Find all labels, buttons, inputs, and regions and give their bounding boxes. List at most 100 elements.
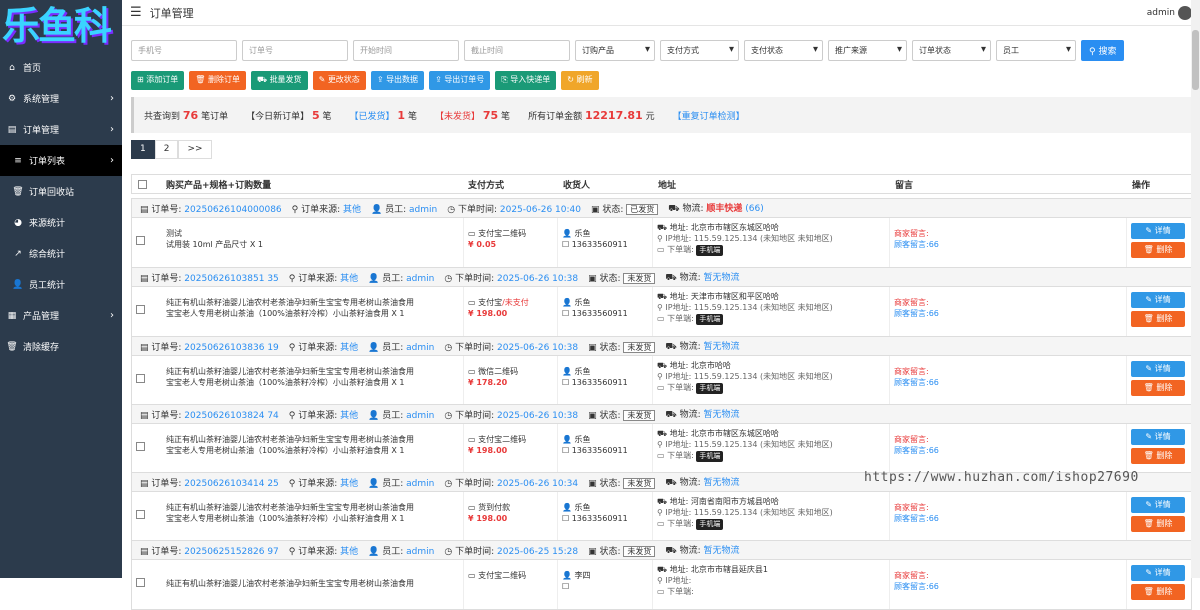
- detail-button[interactable]: ✎ 详情: [1131, 223, 1185, 239]
- order-time: ◷ 下单时间: 2025-06-26 10:34: [444, 478, 579, 489]
- detail-button[interactable]: ✎ 详情: [1131, 565, 1185, 581]
- refresh-button[interactable]: ↻ 刷新: [561, 71, 599, 90]
- order-receiver: 👤 乐鱼 ☐ 13633560911: [558, 218, 653, 267]
- sidebar-item-1[interactable]: ⚙ 系统管理 ›: [0, 83, 122, 114]
- sidebar-item-4[interactable]: 🗑 订单回收站: [0, 176, 122, 207]
- order-no-input[interactable]: 订单号: [242, 40, 348, 61]
- order-no-link[interactable]: 20250626103414 25: [184, 479, 278, 489]
- order-status-select[interactable]: 已发货: [626, 203, 659, 215]
- order-status-select[interactable]: 未发货: [623, 409, 656, 421]
- order-product: 纯正有机山茶籽油婴儿油农村老茶油孕妇新生宝宝专用老树山茶油食用 宝宝老人专用老树山…: [166, 298, 414, 318]
- delete-button[interactable]: 🗑 删除: [1131, 242, 1185, 258]
- order-checkbox[interactable]: [136, 374, 145, 383]
- sidebar-item-2[interactable]: ▤ 订单管理 ›: [0, 114, 122, 145]
- search-button[interactable]: ⚲ 搜索: [1081, 40, 1125, 61]
- detail-button[interactable]: ✎ 详情: [1131, 361, 1185, 377]
- staff-select[interactable]: 员工: [996, 40, 1076, 61]
- order-status: ▣ 状态: 未发货: [588, 408, 656, 421]
- delete-button[interactable]: 🗑 删除: [1131, 311, 1185, 327]
- delete-order-label: 删除订单: [207, 75, 240, 84]
- end-time-input[interactable]: 截止时间: [464, 40, 570, 61]
- order-logistics: ⛟ 物流: 暂无物流: [665, 478, 740, 488]
- order-card: ▤ 订单号: 20250626103824 74 ⚲ 订单来源: 其他 👤 员工…: [131, 404, 1192, 474]
- order-checkbox[interactable]: [136, 442, 145, 451]
- scrollbar-thumb[interactable]: [1192, 30, 1199, 90]
- sidebar-item-7[interactable]: 👤 员工统计: [0, 269, 122, 300]
- order-status-select[interactable]: 未发货: [623, 272, 656, 284]
- phone-input[interactable]: 手机号: [131, 40, 237, 61]
- hamburger-menu-icon[interactable]: ☰: [130, 5, 142, 20]
- avatar[interactable]: [1178, 6, 1192, 20]
- order-product: 纯正有机山茶籽油婴儿油农村老茶油孕妇新生宝宝专用老树山茶油食用 宝宝老人专用老树山…: [166, 367, 414, 387]
- summary-unshipped: 【未发货】 75 笔: [434, 108, 511, 122]
- order-no-link[interactable]: 20250626103851 35: [184, 274, 278, 284]
- scrollbar[interactable]: [1191, 0, 1200, 578]
- gear-icon: ⚙: [7, 93, 17, 104]
- order-checkbox[interactable]: [136, 236, 145, 245]
- topbar: ☰ 订单管理 admin: [122, 0, 1200, 26]
- batch-ship-button[interactable]: ⛟ 批量发货: [250, 71, 308, 90]
- order-no-link[interactable]: 20250626104000086: [184, 205, 281, 215]
- user-menu[interactable]: admin: [1147, 6, 1192, 20]
- order-actions: ✎ 详情 🗑 删除: [1127, 287, 1193, 336]
- change-status-button[interactable]: ✎ 更改状态: [312, 71, 366, 90]
- delete-button[interactable]: 🗑 删除: [1131, 516, 1185, 532]
- delete-button[interactable]: 🗑 删除: [1131, 448, 1185, 464]
- delete-button[interactable]: 🗑 删除: [1131, 380, 1185, 396]
- sidebar-item-6[interactable]: ↗ 综合统计: [0, 238, 122, 269]
- order-source: ⚲ 订单来源: 其他: [288, 478, 359, 489]
- order-no-link[interactable]: 20250625152826 97: [184, 547, 278, 557]
- promo-source-select[interactable]: 推广来源: [828, 40, 907, 61]
- delete-order-button[interactable]: 🗑 删除订单: [189, 71, 246, 90]
- start-time-input[interactable]: 开始时间: [353, 40, 459, 61]
- order-address: ⛟ 地址: 北京市市辖县延庆县1 ⚲ IP地址: ▭ 下单端:: [653, 560, 890, 609]
- order-actions: ✎ 详情 🗑 删除: [1127, 218, 1193, 267]
- order-pay: ▭ 支付宝二维码 ¥ 198.00: [463, 424, 558, 473]
- order-no-link[interactable]: 20250626103836 19: [184, 343, 278, 353]
- page-title: 订单管理: [149, 6, 194, 20]
- order-logistics: ⛟ 物流: 顺丰快递 (66): [668, 204, 764, 214]
- summary-amount: 所有订单金额 12217.81 元: [528, 108, 655, 122]
- pay-status-select[interactable]: 支付状态: [744, 40, 823, 61]
- order-status-select[interactable]: 订单状态: [912, 40, 991, 61]
- order-status-select[interactable]: 未发货: [623, 341, 656, 353]
- sidebar-item-8[interactable]: ▦ 产品管理 ›: [0, 300, 122, 331]
- sidebar-item-5[interactable]: ◕ 来源统计: [0, 207, 122, 238]
- import-express-button[interactable]: ⎘ 导入快递单: [495, 71, 557, 90]
- export-order-no-button[interactable]: ⇪ 导出订单号: [429, 71, 491, 90]
- order-actions: ✎ 详情 🗑 删除: [1127, 424, 1193, 473]
- order-status-select[interactable]: 未发货: [623, 477, 656, 489]
- order-address: ⛟ 地址: 北京市市辖区东城区哈哈 ⚲ IP地址: 115.59.125.134…: [653, 218, 890, 267]
- page-1[interactable]: 1: [131, 140, 155, 159]
- pay-method-select[interactable]: 支付方式: [660, 40, 739, 61]
- order-header: ▤ 订单号: 20250626103851 35 ⚲ 订单来源: 其他 👤 员工…: [132, 268, 1191, 287]
- order-status: ▣ 状态: 未发货: [588, 340, 656, 353]
- user-icon: 👤: [12, 279, 24, 290]
- order-checkbox[interactable]: [136, 510, 145, 519]
- sidebar-item-label: 首页: [23, 64, 42, 74]
- sidebar-item-9[interactable]: 🗑 清除缓存: [0, 331, 122, 362]
- sidebar-item-0[interactable]: ⌂ 首页: [0, 52, 122, 83]
- detail-button[interactable]: ✎ 详情: [1131, 429, 1185, 445]
- export-data-button[interactable]: ⇪ 导出数据: [370, 71, 425, 90]
- order-status-select[interactable]: 未发货: [623, 545, 656, 557]
- sidebar-item-3[interactable]: ≡ 订单列表 ›: [0, 145, 122, 176]
- sidebar: 乐鱼科 ⌂ 首页 ⚙ 系统管理 › ▤ 订单管理 › ≡ 订单列表 › 🗑 订单回收站 ◕ 来源统计 ↗ 综合统…: [0, 0, 122, 578]
- order-checkbox[interactable]: [136, 305, 145, 314]
- page-next[interactable]: >>: [178, 140, 212, 159]
- order-no-link[interactable]: 20250626103824 74: [184, 411, 278, 421]
- delete-button[interactable]: 🗑 删除: [1131, 584, 1185, 600]
- order-message: 商家留言: 顾客留言:66: [890, 356, 1127, 405]
- order-message: 商家留言: 顾客留言:66: [890, 424, 1127, 473]
- detail-button[interactable]: ✎ 详情: [1131, 292, 1185, 308]
- refresh-label: 刷新: [576, 75, 593, 84]
- order-staff: 👤 员工: admin: [368, 410, 435, 421]
- order-no: ▤ 订单号: 20250626103836 19: [140, 342, 279, 353]
- order-checkbox[interactable]: [136, 578, 145, 587]
- select-all-checkbox[interactable]: [138, 179, 147, 189]
- page-2[interactable]: 2: [154, 140, 179, 159]
- detail-button[interactable]: ✎ 详情: [1131, 497, 1185, 513]
- duplicate-check-link[interactable]: 【重复订单检测】: [673, 109, 745, 122]
- product-select[interactable]: 订购产品: [575, 40, 655, 61]
- add-order-button[interactable]: ⊞ 添加订单: [131, 71, 185, 90]
